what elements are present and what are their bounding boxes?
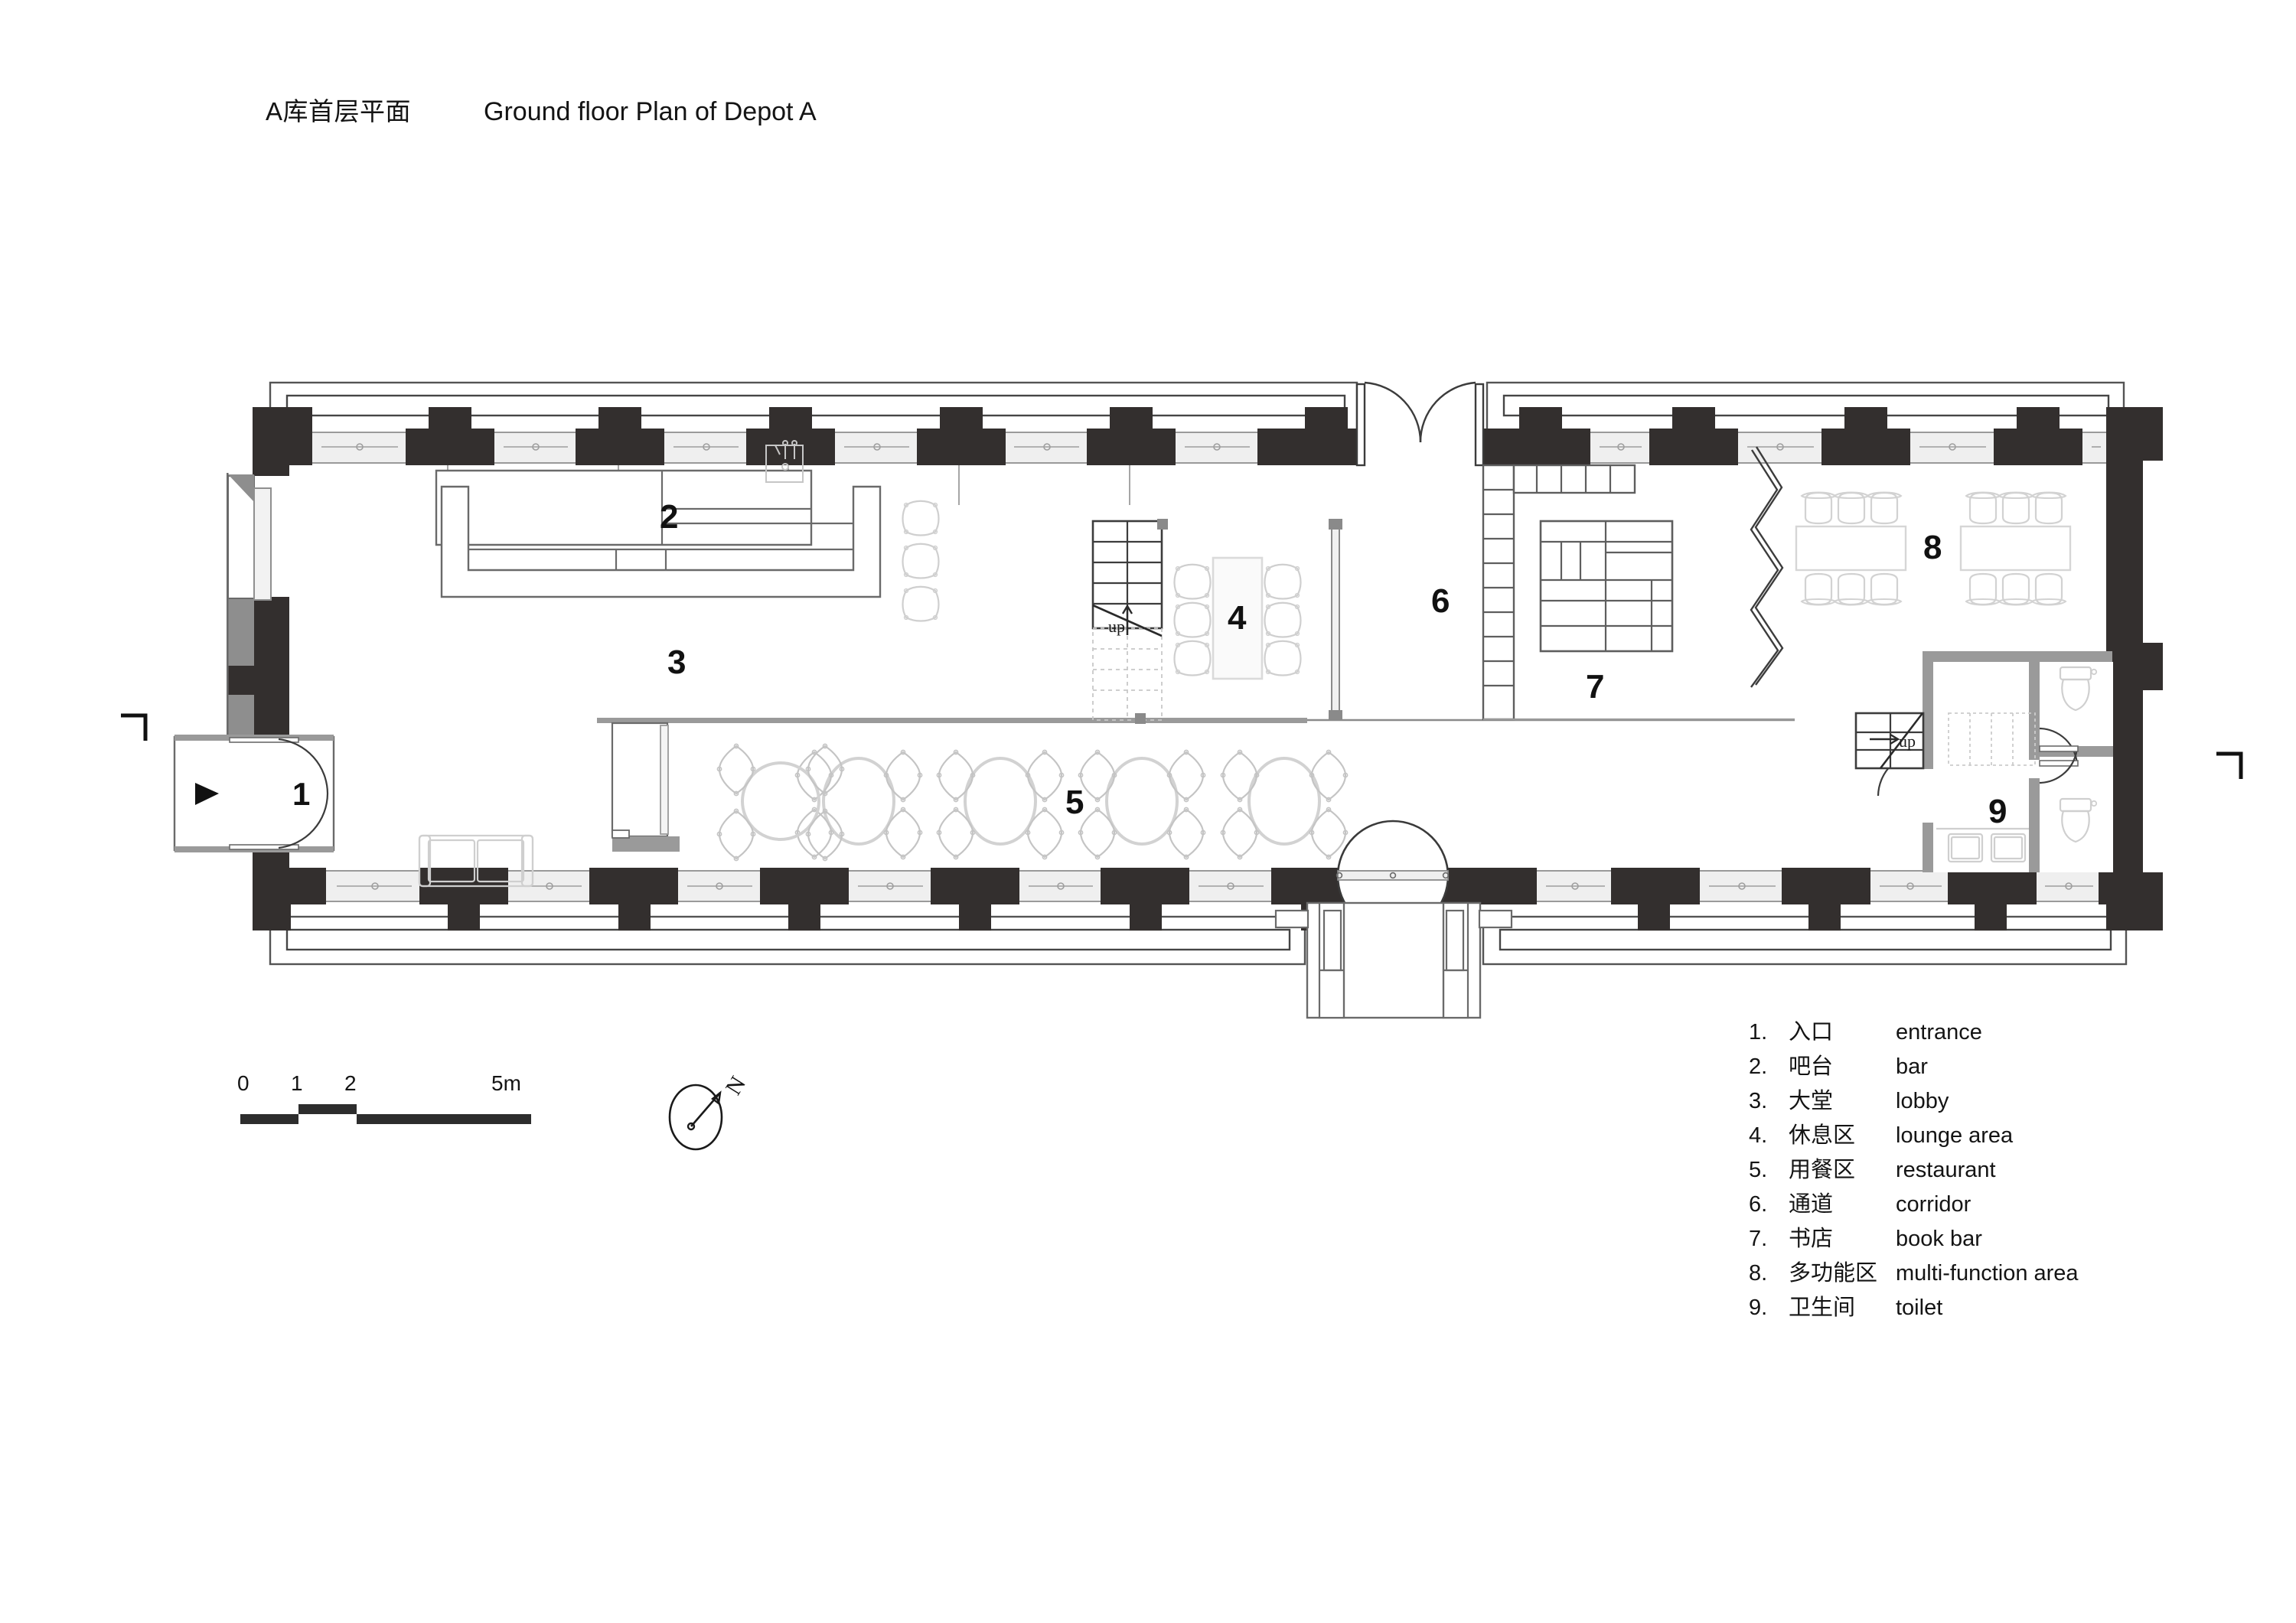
east-exterior-wall	[2106, 407, 2163, 930]
roof-canopy-south-east	[1482, 915, 2128, 966]
south-circular-entrance[interactable]	[1274, 820, 1513, 1019]
bar-stools	[902, 500, 940, 622]
legend-item-1: 1. 入口 entrance	[1749, 1014, 2079, 1048]
stair-up-label-lobby: up	[1108, 617, 1125, 636]
legend-number: 2.	[1749, 1054, 1768, 1079]
room-number-8: 8	[1923, 529, 1942, 566]
window-band-north-east	[1482, 432, 2127, 464]
legend-label-cn: 休息区	[1789, 1123, 1856, 1148]
legend-number: 6.	[1749, 1192, 1768, 1217]
room-number-4: 4	[1228, 599, 1247, 637]
legend-label-en: corridor	[1896, 1192, 1971, 1217]
legend-label-en: book bar	[1896, 1227, 1982, 1251]
legend-label-en: entrance	[1896, 1020, 1982, 1045]
room-number-1: 1	[292, 776, 310, 812]
restaurant-service-partition	[611, 722, 680, 852]
floor-fill	[266, 429, 2126, 903]
legend-item-4: 4. 休息区 lounge area	[1749, 1117, 2079, 1152]
scale-bar-labels: 0 1 2 5m	[237, 1071, 559, 1099]
entrance-direction-arrow	[195, 783, 219, 805]
floor-plan-drawing: 1 2 3 5 up 4 6 7 8 9 up	[0, 0, 2296, 1623]
legend-item-7: 7. 书店 book bar	[1749, 1221, 2079, 1255]
south-exterior-wall	[253, 868, 2143, 930]
page-title-cn: A库首层平面	[266, 97, 412, 125]
legend-label-en: lobby	[1896, 1089, 1949, 1113]
room-number-5: 5	[1065, 784, 1084, 821]
legend-number: 1.	[1749, 1020, 1768, 1045]
legend-item-3: 3. 大堂 lobby	[1749, 1083, 2079, 1117]
scale-bar-graphic	[240, 1104, 531, 1124]
room-number-6: 6	[1431, 582, 1450, 620]
legend-number: 5.	[1749, 1158, 1768, 1182]
legend-label-cn: 卫生间	[1789, 1295, 1856, 1320]
secondary-stair: up	[1854, 712, 1925, 770]
north-arrow: N	[662, 1071, 762, 1159]
scale-bar: 0 1 2 5m	[237, 1071, 559, 1133]
toilet-sinks	[1936, 827, 2029, 863]
legend-label-en: lounge area	[1896, 1123, 2014, 1148]
scale-tick-5m: 5m	[491, 1071, 521, 1095]
page-title: A库首层平面 Ground floor Plan of Depot A	[266, 91, 817, 128]
legend-label-cn: 入口	[1789, 1020, 1834, 1045]
legend-item-6: 6. 通道 corridor	[1749, 1186, 2079, 1221]
legend-number: 3.	[1749, 1089, 1768, 1113]
legend-item-2: 2. 吧台 bar	[1749, 1048, 2079, 1083]
legend-label-cn: 吧台	[1789, 1054, 1834, 1079]
bar-sink-icon	[765, 440, 804, 483]
legend-number: 7.	[1749, 1227, 1768, 1251]
toilet-entry-door	[1877, 751, 1923, 797]
legend-label-en: restaurant	[1896, 1158, 1996, 1182]
toilet-block	[1877, 651, 2113, 872]
room-number-2: 2	[660, 498, 678, 536]
legend-item-8: 8. 多功能区 multi-function area	[1749, 1255, 2079, 1289]
room-number-3: 3	[667, 644, 686, 681]
room-number-9: 9	[1988, 793, 2007, 830]
lounge-table-group	[1173, 556, 1302, 680]
page-title-en: Ground floor Plan of Depot A	[484, 97, 817, 126]
bar-counter: 2	[435, 440, 882, 598]
legend-label-en: toilet	[1896, 1295, 1943, 1320]
north-double-door[interactable]	[1355, 381, 1485, 467]
accordion-partition	[1750, 446, 1784, 688]
legend-label-en: multi-function area	[1896, 1261, 2079, 1286]
window-band-south	[266, 870, 2127, 902]
legend-label-cn: 书店	[1789, 1227, 1834, 1251]
north-exterior-wall	[253, 407, 1357, 505]
multifunction-tables	[1795, 491, 2072, 606]
lobby-sofa	[418, 834, 534, 888]
legend-number: 4.	[1749, 1123, 1768, 1148]
legend-number: 8.	[1749, 1261, 1768, 1286]
legend-label-cn: 用餐区	[1789, 1158, 1856, 1182]
legend-label-cn: 多功能区	[1789, 1261, 1878, 1286]
window-band-north	[266, 432, 1354, 464]
stair-up-label-secondary: up	[1899, 732, 1916, 751]
toilet-stall-doors	[2039, 727, 2079, 784]
restaurant-tables	[716, 743, 1349, 862]
roof-canopy-south-west	[269, 915, 1306, 966]
main-stair-lobby: up	[1091, 519, 1168, 724]
scale-tick-1: 1	[291, 1071, 303, 1095]
roof-canopy-north	[269, 381, 1358, 432]
glass-partition-lounge	[1329, 519, 1342, 721]
legend-number: 9.	[1749, 1295, 1768, 1320]
legend-item-5: 5. 用餐区 restaurant	[1749, 1152, 2079, 1186]
legend-label-cn: 通道	[1789, 1192, 1834, 1217]
bookshelf-partition-wall	[1482, 464, 1636, 721]
legend-item-9: 9. 卫生间 toilet	[1749, 1289, 2079, 1324]
west-exterior-wall	[227, 429, 289, 904]
scale-tick-0: 0	[237, 1071, 249, 1095]
legend: 1. 入口 entrance 2. 吧台 bar 3. 大堂 lobby 4. …	[1749, 1014, 2079, 1324]
book-bar-island	[1539, 520, 1674, 653]
north-east-exterior-wall	[1483, 407, 2143, 465]
restaurant-zone-line	[597, 718, 1795, 723]
entrance-vestibule: 1	[173, 735, 335, 852]
legend-label-cn: 大堂	[1789, 1089, 1834, 1113]
legend-label-en: bar	[1896, 1054, 1928, 1079]
scale-tick-2: 2	[344, 1071, 357, 1095]
roof-canopy-north-east	[1486, 381, 2125, 432]
room-number-7: 7	[1586, 668, 1604, 706]
crop-mark-left	[121, 713, 148, 741]
crop-mark-right	[2216, 751, 2243, 779]
